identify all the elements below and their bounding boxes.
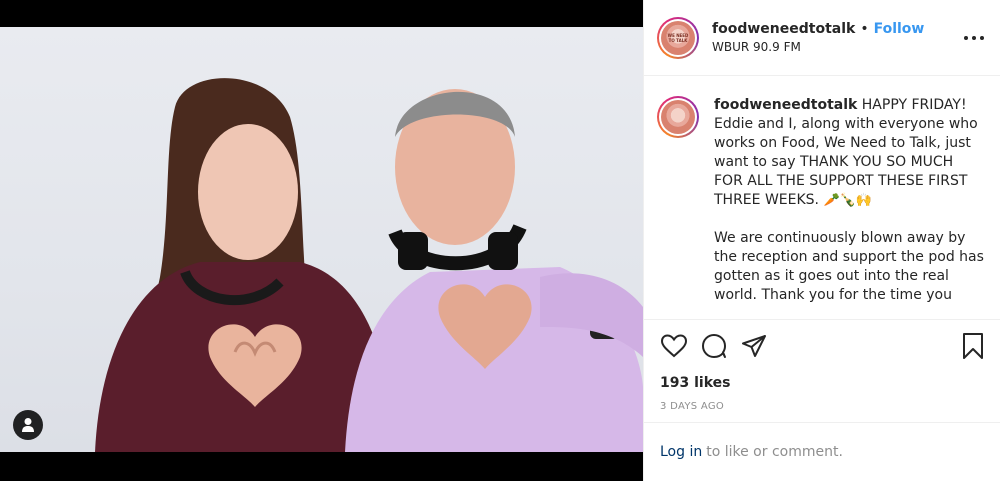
login-prompt-text: to like or comment. — [706, 444, 843, 460]
avatar-logo: WE NEED TO TALK — [661, 20, 695, 55]
caption-avatar[interactable] — [657, 96, 699, 138]
post-timestamp[interactable]: 3 DAYS AGO — [644, 401, 1000, 415]
post-location[interactable]: WBUR 90.9 FM — [712, 40, 924, 54]
post-actions — [644, 320, 1000, 372]
like-button[interactable] — [660, 332, 688, 360]
login-link[interactable]: Log in — [660, 444, 702, 460]
caption-text-2: We are continuously blown away by the re… — [714, 230, 984, 303]
bookmark-icon — [963, 333, 983, 359]
tagged-users-button[interactable] — [13, 410, 43, 440]
share-icon — [742, 335, 766, 357]
save-button[interactable] — [962, 332, 984, 364]
caption-username[interactable]: foodweneedtotalk — [714, 97, 857, 113]
user-tag-icon — [22, 418, 34, 432]
account-username[interactable]: foodweneedtotalk — [712, 21, 855, 37]
caption-avatar-logo — [661, 100, 695, 134]
follow-button[interactable]: Follow — [874, 21, 925, 37]
photo-illustration — [95, 78, 643, 452]
caption-area: foodweneedtotalk HAPPY FRIDAY! Eddie and… — [644, 76, 1000, 320]
comment-login-bar: Log in to like or comment. — [644, 422, 1000, 481]
account-avatar[interactable]: WE NEED TO TALK — [657, 16, 699, 59]
post-photo — [0, 27, 643, 452]
comment-button[interactable] — [700, 332, 728, 360]
caption-emojis: 🥕🍾🙌 — [823, 193, 873, 208]
separator-dot: • — [860, 21, 869, 37]
post-media[interactable] — [0, 0, 643, 481]
post-caption: foodweneedtotalk HAPPY FRIDAY! Eddie and… — [714, 96, 984, 319]
more-options-icon[interactable] — [964, 28, 984, 48]
share-button[interactable] — [740, 332, 768, 360]
post-side-panel: WE NEED TO TALK foodweneedtotalk • Follo… — [643, 0, 1000, 481]
heart-icon — [661, 334, 687, 358]
avatar-logo-text: WE NEED TO TALK — [667, 32, 689, 43]
comment-icon — [702, 334, 726, 358]
post-header: WE NEED TO TALK foodweneedtotalk • Follo… — [644, 0, 1000, 76]
account-info: foodweneedtotalk • Follow WBUR 90.9 FM — [712, 21, 924, 54]
caption-text-1: HAPPY FRIDAY! Eddie and I, along with ev… — [714, 97, 978, 208]
likes-count[interactable]: 193 likes — [644, 372, 1000, 394]
